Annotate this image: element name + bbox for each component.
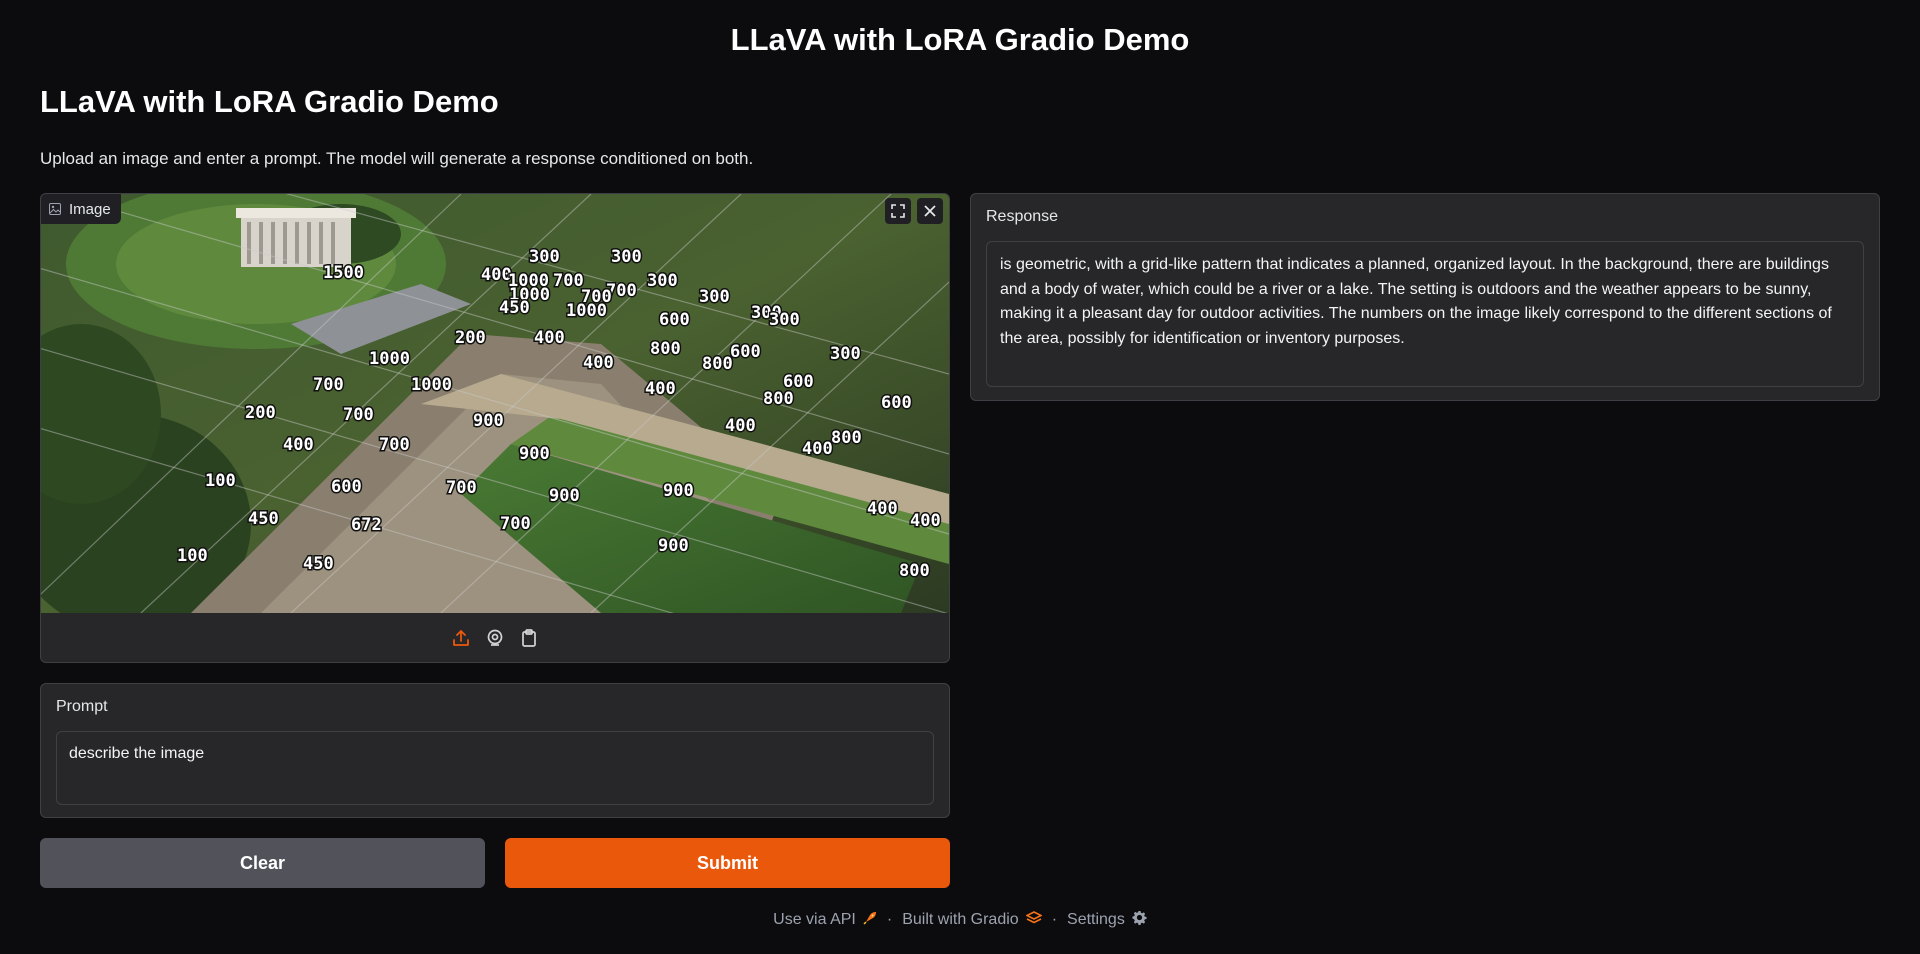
image-section-number: 100 <box>177 546 208 566</box>
page-description: Upload an image and enter a prompt. The … <box>40 149 754 168</box>
image-section-number: 300 <box>611 247 642 267</box>
settings-link[interactable]: Settings <box>1067 910 1147 930</box>
gear-icon <box>1132 910 1147 930</box>
image-label-text: Image <box>69 200 111 218</box>
image-section-number: 700 <box>313 375 344 395</box>
image-section-number: 300 <box>647 271 678 291</box>
image-section-number: 700 <box>553 271 584 291</box>
webcam-icon[interactable] <box>483 626 507 650</box>
upload-icon[interactable] <box>449 626 473 650</box>
image-label: Image <box>41 194 121 224</box>
image-section-number: 1000 <box>411 375 452 395</box>
prompt-label: Prompt <box>56 698 108 715</box>
image-section-number: 1500 <box>323 263 364 283</box>
clipboard-icon[interactable] <box>517 626 541 650</box>
image-section-number: 900 <box>473 411 504 431</box>
settings-label: Settings <box>1067 911 1125 928</box>
image-source-toolbar <box>41 613 949 662</box>
image-section-number: 200 <box>245 403 276 423</box>
image-section-number: 1000 <box>566 301 607 321</box>
image-section-number: 200 <box>455 328 486 348</box>
image-section-number: 900 <box>549 486 580 506</box>
image-section-number: 400 <box>910 511 941 531</box>
image-section-number: 800 <box>650 339 681 359</box>
footer-separator: · <box>1051 911 1058 928</box>
built-with-gradio-link[interactable]: Built with Gradio <box>902 910 1043 930</box>
image-section-number: 900 <box>663 481 694 501</box>
image-section-number: 400 <box>534 328 565 348</box>
gradio-logo-icon <box>1024 910 1043 930</box>
prompt-input[interactable]: describe the image <box>56 731 934 805</box>
image-section-number: 450 <box>499 298 530 318</box>
image-section-number: 300 <box>830 344 861 364</box>
image-section-number: 600 <box>730 342 761 362</box>
image-section-number: 900 <box>519 444 550 464</box>
image-section-number: 672 <box>351 515 382 535</box>
image-section-number: 800 <box>763 389 794 409</box>
image-section-number: 800 <box>702 354 733 374</box>
image-section-number: 600 <box>331 477 362 497</box>
app-title: LLaVA with LoRA Gradio Demo <box>730 22 1190 57</box>
image-section-number: 400 <box>283 435 314 455</box>
image-section-number: 700 <box>343 405 374 425</box>
aerial-photo: 1500300 3004001000 700 300700 3001000 7003004… <box>41 194 949 613</box>
image-section-number: 900 <box>658 536 689 556</box>
submit-button[interactable]: Submit <box>505 838 950 888</box>
prompt-panel: Prompt describe the image <box>40 683 950 818</box>
rocket-icon <box>863 911 877 930</box>
image-section-number: 400 <box>867 499 898 519</box>
image-section-number: 800 <box>899 561 930 581</box>
footer-separator: · <box>886 911 893 928</box>
image-section-number: 700 <box>446 478 477 498</box>
footer: Use via API · Built with Gradio · Settin… <box>0 910 1920 930</box>
use-via-api-link[interactable]: Use via API <box>773 911 877 930</box>
use-via-api-label: Use via API <box>773 911 856 928</box>
built-with-gradio-label: Built with Gradio <box>902 911 1019 928</box>
response-output[interactable]: is geometric, with a grid-like pattern t… <box>986 241 1864 387</box>
uploaded-image[interactable]: 1500 300 300 400 1000 700 300 700 300 1000 700 300 4… <box>41 194 949 613</box>
fullscreen-icon[interactable] <box>885 198 911 224</box>
close-icon[interactable] <box>917 198 943 224</box>
image-section-number: 600 <box>659 310 690 330</box>
response-label: Response <box>986 208 1059 225</box>
image-section-number: 400 <box>725 416 756 436</box>
image-section-number: 300 <box>529 247 560 267</box>
image-section-number: 1000 <box>369 349 410 369</box>
image-section-number: 300 <box>699 287 730 307</box>
response-panel: Response is geometric, with a grid-like … <box>970 193 1880 401</box>
page-title: LLaVA with LoRA Gradio Demo <box>40 84 499 119</box>
image-section-number: 400 <box>583 353 614 373</box>
image-section-number: 300 <box>769 310 800 330</box>
image-section-number: 400 <box>645 379 676 399</box>
image-section-number: 400 <box>802 439 833 459</box>
image-section-number: 800 <box>831 428 862 448</box>
image-icon <box>49 203 61 215</box>
image-section-number: 700 <box>500 514 531 534</box>
image-panel: 1500 300 300 400 1000 700 300 700 300 1000 700 300 4… <box>40 193 950 663</box>
image-section-number: 450 <box>248 509 279 529</box>
image-section-number: 450 <box>303 554 334 574</box>
image-section-number: 100 <box>205 471 236 491</box>
image-section-number: 600 <box>881 393 912 413</box>
image-section-number: 700 <box>379 435 410 455</box>
clear-button[interactable]: Clear <box>40 838 485 888</box>
